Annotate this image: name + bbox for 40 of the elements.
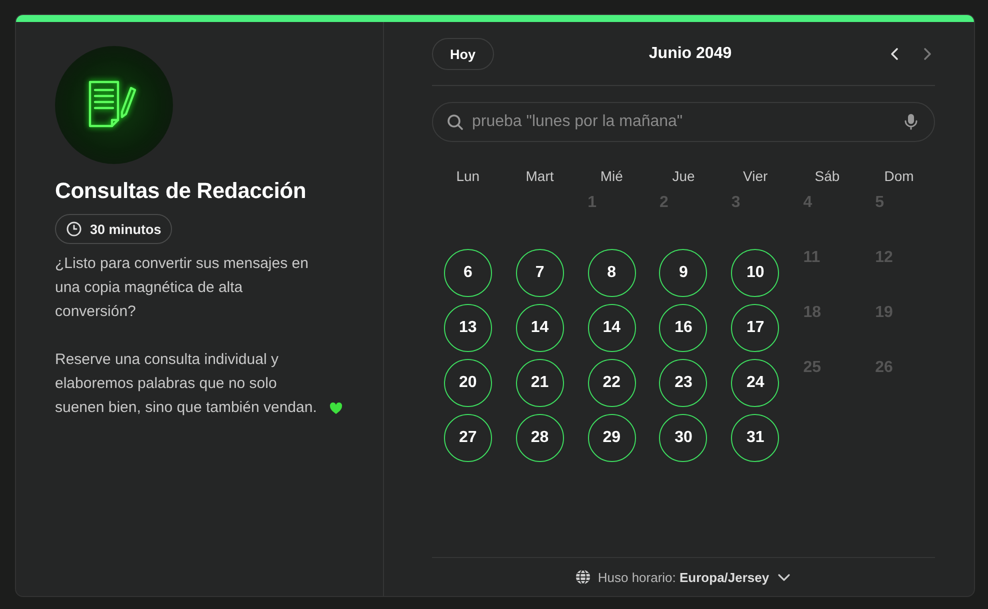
available-date[interactable]: 13 [444,304,492,352]
available-date[interactable]: 8 [588,248,636,296]
available-date[interactable]: 28 [516,414,564,462]
available-date[interactable]: 30 [659,414,708,462]
event-title: Consultas de Redacción [55,178,308,204]
available-date[interactable]: 9 [659,248,708,296]
globe-icon [574,569,591,585]
description-text: Reserve una consulta individual y elaboremos palabras que no solo suenen bien, sino que también vendan. [55,350,318,418]
available-date[interactable]: 31 [731,414,780,462]
search-field[interactable]: prueba "lunes por la mañana" [432,102,935,142]
microphone-icon[interactable] [903,113,919,130]
available-date[interactable]: 16 [659,304,708,352]
weekday-label: Dom [883,167,915,186]
available-date[interactable]: 29 [588,414,636,462]
weekday-label: Mié [599,167,624,186]
today-button[interactable]: Hoy [432,38,494,70]
available-date[interactable]: 10 [731,248,780,296]
timezone-selector[interactable]: Huso horario: Europa/Jersey [574,569,792,585]
available-date[interactable]: 20 [444,358,492,406]
weekday-label: Lun [455,167,481,186]
available-date[interactable]: 27 [444,414,492,462]
available-date[interactable]: 14 [588,304,636,352]
weekday-label: Vier [742,167,769,186]
weekday-label: Mart [524,167,555,186]
available-date[interactable]: 21 [516,358,564,406]
weekday-label: Jue [671,167,696,186]
available-date[interactable]: 24 [731,358,780,406]
available-date[interactable]: 22 [588,358,636,406]
available-date[interactable]: 23 [659,358,708,406]
duration-text: 30 minutos [90,222,162,236]
available-date[interactable]: 17 [731,304,780,352]
available-date[interactable]: 7 [516,248,564,296]
description-text: ¿Listo para convertir sus mensajes en una copia magnética de alta conversión? [55,254,310,322]
search-icon [447,114,463,130]
available-date[interactable]: 14 [516,304,564,352]
weekday-label: Sáb [814,167,841,186]
month-title: Junio 2049 [648,45,733,63]
available-date[interactable]: 6 [444,248,492,296]
clock-icon [66,221,82,237]
heart-icon [329,401,343,415]
